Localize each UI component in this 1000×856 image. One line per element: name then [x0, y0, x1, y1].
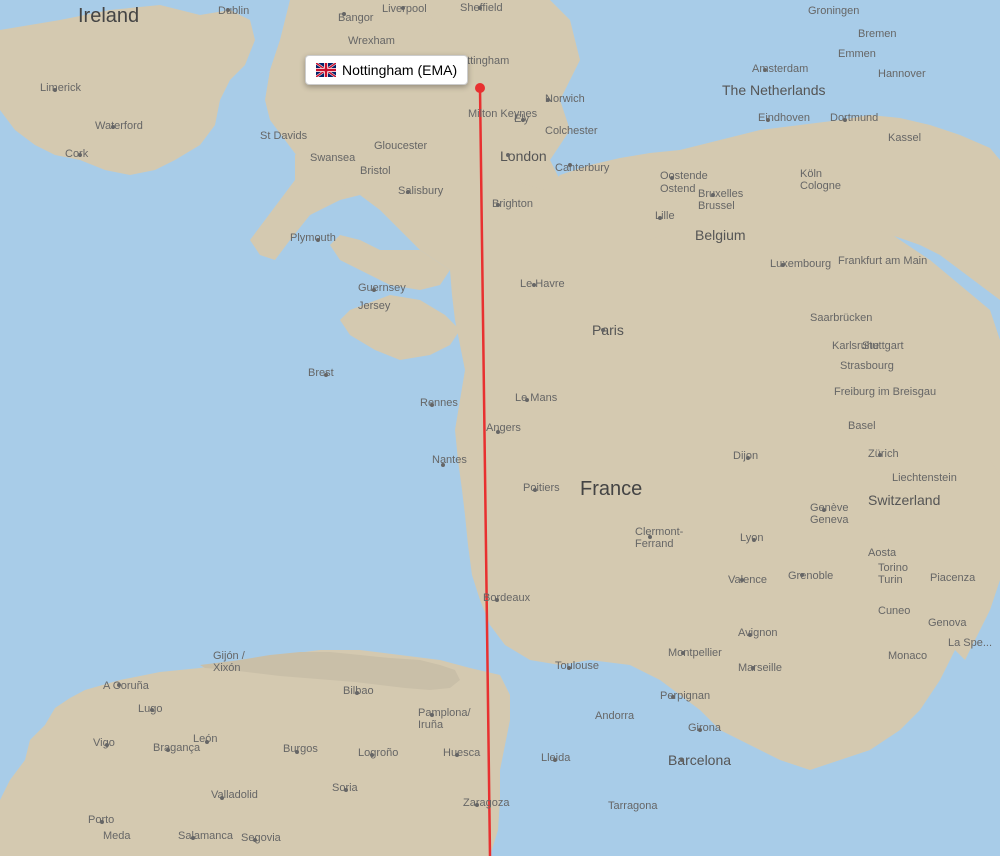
- dot-lille: [658, 216, 662, 220]
- dot-norwich: [546, 98, 550, 102]
- dot-plymouth: [316, 238, 320, 242]
- dot-zurich: [878, 453, 882, 457]
- dot-dijon: [746, 456, 750, 460]
- dot-brest: [324, 373, 328, 377]
- dot-geneve: [822, 508, 826, 512]
- dot-valence: [740, 578, 744, 582]
- dot-logrono: [370, 753, 374, 757]
- map-container: Nottingham (EMA) Ireland Sheffield Dubli…: [0, 0, 1000, 856]
- dot-angers: [496, 430, 500, 434]
- dot-canterbury: [568, 163, 572, 167]
- dot-salisbury: [406, 190, 410, 194]
- dot-bordeaux: [495, 598, 499, 602]
- dot-clermontferrand: [648, 535, 652, 539]
- dot-lehavre: [532, 283, 536, 287]
- dot-poitiers: [533, 488, 537, 492]
- dot-montpellier: [681, 651, 685, 655]
- dot-eindhoven: [766, 118, 770, 122]
- dot-waterford: [111, 125, 115, 129]
- dot-zaragoza: [475, 803, 479, 807]
- dot-dortmund: [843, 118, 847, 122]
- dot-paris: [601, 328, 605, 332]
- uk-flag-icon: [316, 63, 336, 77]
- dot-acoruna: [117, 683, 121, 687]
- airport-label: Nottingham (EMA): [305, 55, 468, 85]
- dot-nantes: [441, 463, 445, 467]
- dot-vigo: [105, 743, 109, 747]
- dot-huesca: [455, 753, 459, 757]
- dot-lugo: [150, 708, 154, 712]
- dot-perpignan: [671, 695, 675, 699]
- dot-luxembourg: [781, 263, 785, 267]
- dot-avignon: [748, 633, 752, 637]
- dot-barcelona: [680, 758, 684, 762]
- dot-oostende: [670, 176, 674, 180]
- dot-valladolid: [220, 796, 224, 800]
- dot-soria: [344, 788, 348, 792]
- dot-lyon: [752, 538, 756, 542]
- dot-liverpool: [401, 6, 405, 10]
- dot-burgos: [295, 750, 299, 754]
- dot-grenoble: [800, 573, 804, 577]
- dot-amsterdam: [763, 68, 767, 72]
- dot-girona: [698, 728, 702, 732]
- dot-london: [506, 153, 510, 157]
- dot-segovia: [253, 838, 257, 842]
- dot-toulouse: [567, 666, 571, 670]
- dot-salamanca: [191, 836, 195, 840]
- dot-lleida: [553, 758, 557, 762]
- dot-leon: [205, 740, 209, 744]
- dot-bangor: [342, 12, 346, 16]
- dot-cork: [78, 153, 82, 157]
- dot-porto: [100, 820, 104, 824]
- airport-name-label: Nottingham (EMA): [342, 62, 457, 78]
- dot-sheffield: [478, 6, 482, 10]
- dot-braganca: [166, 748, 170, 752]
- dot-lemans: [525, 398, 529, 402]
- dot-dublin: [226, 8, 230, 12]
- dot-ely: [521, 118, 525, 122]
- dot-brighton: [496, 203, 500, 207]
- dot-pamplona: [430, 713, 434, 717]
- dot-bilbao: [355, 691, 359, 695]
- map-svg: [0, 0, 1000, 856]
- dot-rennes: [430, 403, 434, 407]
- dot-bruxelles: [711, 193, 715, 197]
- dot-marseille: [751, 666, 755, 670]
- dot-limerick: [53, 88, 57, 92]
- dot-guernsey: [372, 288, 376, 292]
